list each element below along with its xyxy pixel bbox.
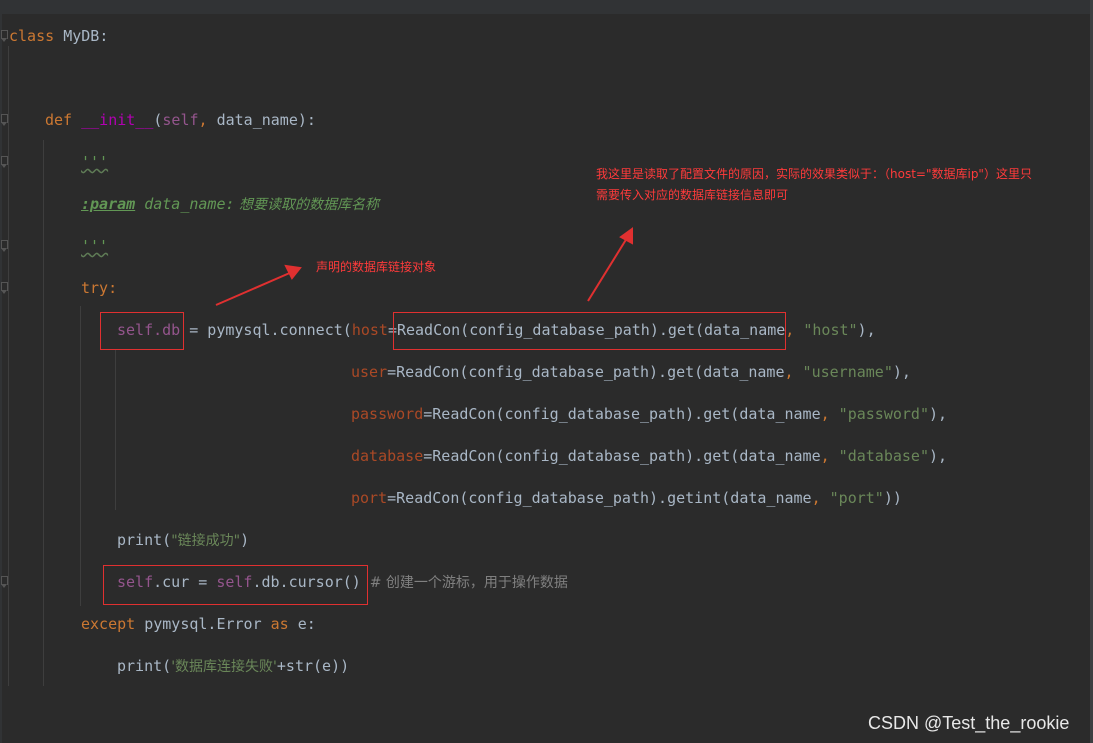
arrow-self-db-head <box>284 264 302 280</box>
arrow-self-db-line <box>215 271 293 306</box>
note-config-line2: 需要传入对应的数据库链接信息即可 <box>596 188 789 202</box>
note-self-db: 声明的数据库链接对象 <box>316 260 437 274</box>
arrow-config-head <box>619 227 633 245</box>
annotation-arrows <box>215 227 633 306</box>
note-config-line1: 我这里是读取了配置文件的原因，实际的效果类似于：（host="数据库ip"）这里… <box>596 167 1032 181</box>
csdn-watermark: CSDN @Test_the_rookie <box>868 713 1070 733</box>
arrow-config-line <box>587 237 628 302</box>
